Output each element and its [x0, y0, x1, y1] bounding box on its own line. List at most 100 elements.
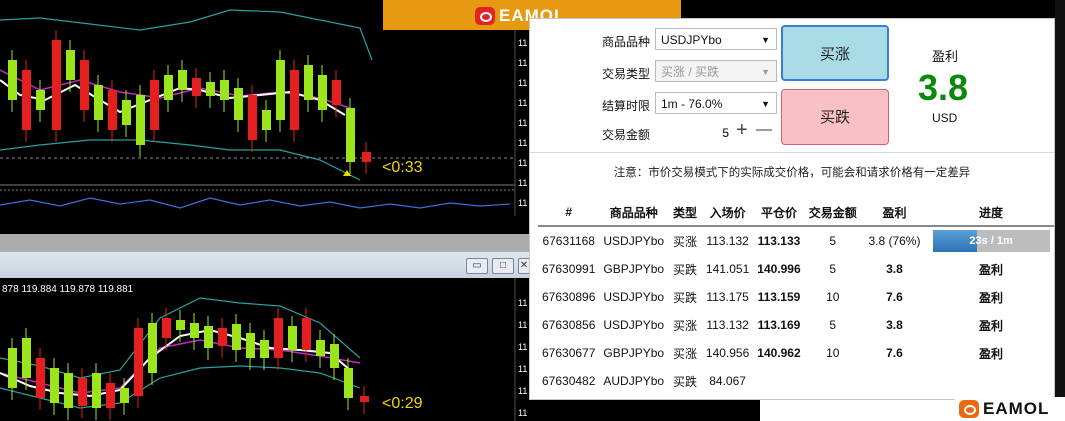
price-axis-label: 11	[518, 98, 528, 108]
candle	[22, 70, 31, 130]
candle	[204, 326, 213, 348]
trade-profit: 3.8	[886, 262, 903, 276]
candle	[362, 152, 371, 162]
price-axis-label: 11	[518, 78, 528, 88]
divider	[530, 152, 1054, 153]
candle	[274, 318, 283, 358]
chevron-down-icon: ▼	[761, 67, 770, 77]
expiry-select-value: 1m - 76.0%	[661, 97, 723, 111]
buy-up-button[interactable]: 买涨	[781, 25, 889, 81]
trade-profit: 7.6	[886, 290, 903, 304]
candle	[92, 373, 101, 408]
candle	[302, 318, 311, 350]
trade-type-select[interactable]: 买涨 / 买跌 ▼	[655, 60, 777, 82]
candle	[344, 368, 353, 398]
top-chart-canvas	[0, 0, 516, 216]
candle	[120, 388, 129, 403]
bottom-window-titlebar[interactable]: ▭ □ ✕	[0, 252, 530, 278]
col-profit: 盈利	[860, 199, 929, 227]
candle	[190, 323, 199, 338]
candle	[8, 348, 17, 388]
amount-value: 5	[722, 126, 729, 140]
profit-value: 3.8	[918, 67, 969, 108]
profit-label: 盈利	[932, 49, 959, 64]
trade-progress: 盈利	[979, 318, 1004, 333]
candle	[332, 80, 341, 105]
trade-type: 买涨	[672, 234, 697, 249]
buy-down-button[interactable]: 买跌	[781, 89, 889, 145]
candle	[248, 95, 257, 140]
trade-profit	[861, 367, 928, 395]
table-row[interactable]: 67630896 USDJPYbo 买跌 113.175 113.159 10 …	[538, 283, 1054, 311]
price-notice: 注意：市价交易模式下的实际成交价格，可能会和请求价格有一定差异	[613, 167, 971, 179]
price-axis-label: 11	[518, 118, 528, 128]
bottom-chart-canvas	[0, 278, 516, 421]
candle	[192, 78, 201, 96]
candle	[318, 75, 327, 110]
brand-logo-icon	[475, 7, 495, 25]
candle	[316, 340, 325, 356]
trade-type: 买涨	[672, 318, 697, 333]
candle	[206, 82, 215, 96]
trade-progress	[928, 367, 1054, 395]
candle	[36, 90, 45, 110]
product-select-value: USDJPYbo	[661, 33, 722, 47]
table-row[interactable]: 67630991 GBPJPYbo 买跌 141.051 140.996 5 3…	[538, 255, 1054, 283]
candle	[234, 88, 243, 120]
price-axis-label: 11	[518, 198, 528, 208]
trade-symbol: USDJPYbo	[603, 318, 665, 332]
candle	[360, 396, 369, 402]
candle	[36, 358, 45, 398]
candle	[288, 326, 297, 350]
candle	[220, 80, 229, 100]
minus-icon[interactable]: —	[756, 121, 772, 139]
trade-close	[753, 367, 804, 395]
trade-entry: 113.132	[706, 318, 749, 332]
expiry-select[interactable]: 1m - 76.0% ▼	[655, 92, 777, 114]
table-row[interactable]: 67630482 AUDJPYbo 买跌 84.067	[538, 367, 1054, 395]
candle	[330, 344, 339, 368]
trade-close: 113.169	[757, 318, 801, 332]
trade-type: 买涨	[672, 346, 697, 361]
brand-banner-bottom: EAMOL	[955, 397, 1065, 421]
product-select[interactable]: USDJPYbo ▼	[655, 28, 777, 50]
price-axis-label: 11	[518, 178, 528, 188]
table-row[interactable]: 67631168 USDJPYbo 买涨 113.132 113.133 5 3…	[538, 226, 1054, 255]
col-entry: 入场价	[701, 199, 754, 227]
table-row[interactable]: 67630856 USDJPYbo 买涨 113.132 113.169 5 3…	[538, 311, 1054, 339]
candle	[304, 65, 313, 100]
plus-icon[interactable]: +	[736, 119, 748, 142]
amount-field[interactable]: 5	[655, 122, 729, 144]
candle	[232, 324, 241, 350]
candle	[150, 80, 159, 130]
mdi-gap	[0, 234, 530, 252]
progress-text: 23s / 1m	[969, 235, 1013, 247]
table-row[interactable]: 67630677 GBPJPYbo 买涨 140.956 140.962 10 …	[538, 339, 1054, 367]
trade-symbol: USDJPYbo	[603, 234, 665, 248]
trade-amount: 5	[829, 318, 837, 332]
candle	[164, 75, 173, 100]
top-chart[interactable]: <0:33 111111111111111111 19:2325 Nov 19:…	[0, 0, 530, 216]
trades-table: # 商品品种 类型 入场价 平仓价 交易金额 盈利 进度 67631168 US…	[538, 199, 1054, 395]
candle	[218, 328, 227, 346]
candle	[246, 333, 255, 358]
maximize-button[interactable]: □	[492, 258, 514, 274]
candle	[64, 373, 73, 408]
trade-profit: 3.8 (76%)	[868, 234, 921, 248]
amount-label: 交易金额	[601, 128, 650, 142]
col-close: 平仓价	[753, 199, 805, 227]
col-amount: 交易金额	[804, 199, 861, 227]
bottom-right-chart-fragment	[530, 400, 760, 421]
price-axis-label: 11	[518, 408, 528, 418]
trade-id: 67630482	[542, 374, 596, 388]
trade-id: 67630856	[542, 318, 596, 332]
top-chart-timer: <0:33	[382, 159, 423, 176]
candle	[134, 328, 143, 396]
bottom-chart[interactable]: 878 119.884 119.878 119.881 <0:29 11 11 11…	[0, 278, 530, 421]
trade-profit: 3.8	[886, 318, 903, 332]
minimize-button[interactable]: ▭	[466, 258, 488, 274]
trade-amount	[805, 367, 861, 395]
candle	[80, 60, 89, 110]
candle	[178, 70, 187, 90]
candle	[122, 100, 131, 125]
